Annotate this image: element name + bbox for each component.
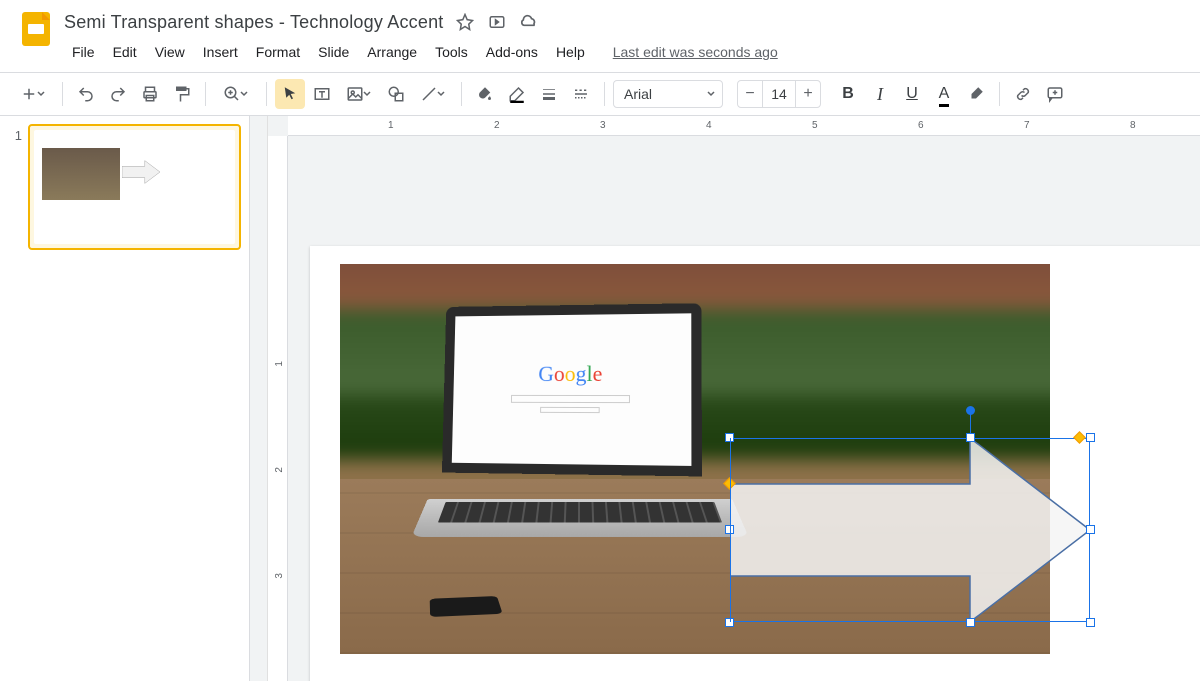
menu-slide[interactable]: Slide xyxy=(310,40,357,64)
image-button[interactable] xyxy=(339,79,379,109)
link-button[interactable] xyxy=(1008,79,1038,109)
slide-thumbnail-1[interactable] xyxy=(28,124,241,250)
menu-addons[interactable]: Add-ons xyxy=(478,40,546,64)
underline-button[interactable]: U xyxy=(897,79,927,109)
border-weight-button[interactable] xyxy=(534,79,564,109)
resize-handle-n[interactable] xyxy=(966,433,975,442)
menu-help[interactable]: Help xyxy=(548,40,593,64)
toolbar-separator xyxy=(999,82,1000,106)
resize-handle-s[interactable] xyxy=(966,618,975,627)
selection-box xyxy=(730,438,1090,622)
shape-button[interactable] xyxy=(381,79,411,109)
font-family-value: Arial xyxy=(624,86,652,102)
thumbnail-number: 1 xyxy=(8,124,22,250)
toolbar-separator xyxy=(205,82,206,106)
slide-thumbnail-panel: 1 xyxy=(0,116,250,681)
border-dash-button[interactable] xyxy=(566,79,596,109)
fill-color-button[interactable] xyxy=(470,79,500,109)
menu-file[interactable]: File xyxy=(64,40,103,64)
italic-button[interactable]: I xyxy=(865,79,895,109)
text-color-button[interactable]: A xyxy=(929,79,959,109)
undo-button[interactable] xyxy=(71,79,101,109)
toolbar-separator xyxy=(461,82,462,106)
textbox-button[interactable] xyxy=(307,79,337,109)
canvas-area[interactable]: 1 2 3 4 5 6 7 8 1 2 3 Google xyxy=(250,116,1200,681)
last-edit-link[interactable]: Last edit was seconds ago xyxy=(613,44,778,60)
menu-insert[interactable]: Insert xyxy=(195,40,246,64)
menu-tools[interactable]: Tools xyxy=(427,40,476,64)
ruler-gutter xyxy=(250,116,268,681)
thumbnail-arrow-shape xyxy=(122,158,160,186)
font-size-decrease-button[interactable]: − xyxy=(738,81,762,107)
toolbar-separator xyxy=(266,82,267,106)
google-logo-text: Google xyxy=(538,361,602,387)
vertical-ruler[interactable]: 1 2 3 xyxy=(268,136,288,681)
slide-canvas[interactable]: Google xyxy=(310,246,1200,681)
horizontal-ruler[interactable]: 1 2 3 4 5 6 7 8 xyxy=(288,116,1200,136)
font-size-value[interactable]: 14 xyxy=(762,81,796,107)
toolbar-separator xyxy=(62,82,63,106)
menu-edit[interactable]: Edit xyxy=(105,40,145,64)
font-size-stepper: − 14 + xyxy=(737,80,821,108)
font-family-select[interactable]: Arial xyxy=(613,80,723,108)
menu-format[interactable]: Format xyxy=(248,40,308,64)
app-header: Semi Transparent shapes - Technology Acc… xyxy=(0,0,1200,64)
resize-handle-ne[interactable] xyxy=(1086,433,1095,442)
font-size-increase-button[interactable]: + xyxy=(796,81,820,107)
document-title[interactable]: Semi Transparent shapes - Technology Acc… xyxy=(64,12,443,33)
resize-handle-e[interactable] xyxy=(1086,525,1095,534)
paint-format-button[interactable] xyxy=(167,79,197,109)
menu-bar: File Edit View Insert Format Slide Arran… xyxy=(64,40,1184,64)
move-icon[interactable] xyxy=(487,12,507,32)
bold-button[interactable]: B xyxy=(833,79,863,109)
zoom-button[interactable] xyxy=(214,79,258,109)
menu-arrange[interactable]: Arrange xyxy=(359,40,425,64)
select-tool-button[interactable] xyxy=(275,79,305,109)
main-area: 1 1 2 3 4 5 6 7 8 1 2 3 xyxy=(0,116,1200,681)
print-button[interactable] xyxy=(135,79,165,109)
slides-logo[interactable] xyxy=(16,8,56,48)
title-area: Semi Transparent shapes - Technology Acc… xyxy=(64,8,1184,64)
new-slide-button[interactable] xyxy=(12,79,54,109)
toolbar-separator xyxy=(604,82,605,106)
border-color-button[interactable] xyxy=(502,79,532,109)
comment-button[interactable] xyxy=(1040,79,1070,109)
star-icon[interactable] xyxy=(455,12,475,32)
cloud-saved-icon[interactable] xyxy=(519,12,539,32)
menu-view[interactable]: View xyxy=(147,40,193,64)
resize-handle-se[interactable] xyxy=(1086,618,1095,627)
redo-button[interactable] xyxy=(103,79,133,109)
toolbar: Arial − 14 + B I U A xyxy=(0,72,1200,116)
highlight-button[interactable] xyxy=(961,79,991,109)
line-button[interactable] xyxy=(413,79,453,109)
thumbnail-image xyxy=(42,148,120,200)
arrow-shape-selected[interactable] xyxy=(730,438,1090,622)
